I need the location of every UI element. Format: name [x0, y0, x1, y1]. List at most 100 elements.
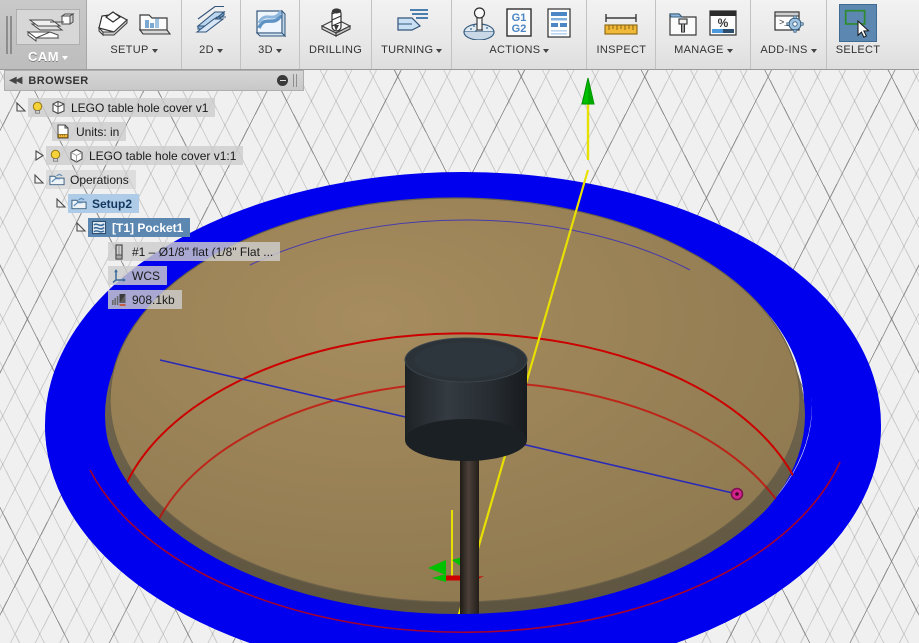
twisty-expanded-icon[interactable] [74, 221, 88, 235]
pocket-operation-icon [91, 220, 107, 236]
lightbulb-icon[interactable] [31, 101, 45, 115]
tree-node-wcs[interactable]: WCS [4, 265, 304, 286]
toolbar-group-2d: 2D [182, 0, 241, 69]
cam-ribbon-toolbar: CAM [0, 0, 919, 70]
wcs-origin-endpoint-marker[interactable] [732, 489, 743, 500]
chevron-down-icon [543, 49, 549, 53]
machining-time-icon[interactable]: % [703, 4, 743, 42]
turning-icon [392, 4, 432, 42]
toolbar-turning-button[interactable]: TURNING [375, 0, 448, 69]
workspace-cam-button[interactable]: CAM [16, 5, 80, 64]
browser-title: BROWSER [28, 75, 277, 87]
addins-script-gear-icon: >_ [769, 4, 809, 42]
toolbar-3d-button[interactable]: 3D [244, 0, 296, 69]
setup-folder-icon[interactable] [134, 4, 174, 42]
toolbar-inspect-button[interactable]: INSPECT [590, 0, 652, 69]
tree-label-setup2: Setup2 [92, 197, 132, 211]
select-label: SELECT [836, 44, 881, 56]
twisty-expanded-icon[interactable] [14, 101, 28, 115]
toolbar-group-select: SELECT [827, 0, 890, 69]
tool-library-icon[interactable] [663, 4, 703, 42]
cam-text: CAM [28, 49, 59, 64]
tree-node-tool[interactable]: #1 – Ø1/8" flat (1/8" Flat ... [4, 241, 304, 262]
tree-chip-nc-size[interactable]: 908.1kb [108, 290, 182, 309]
tree-chip-document[interactable]: LEGO table hole cover v1 [28, 98, 215, 117]
toolbar-2d-button[interactable]: 2D [185, 0, 237, 69]
drilling-icon [316, 4, 356, 42]
tree-label-tool: #1 – Ø1/8" flat (1/8" Flat ... [132, 245, 273, 259]
tree-chip-component[interactable]: LEGO table hole cover v1:1 [46, 146, 243, 165]
browser-header: ◀◀ BROWSER [4, 70, 304, 91]
simulate-icon[interactable] [459, 4, 499, 42]
document-icon [50, 100, 66, 116]
select-arrow-icon [839, 4, 877, 42]
twisty-collapsed-icon[interactable] [32, 149, 46, 163]
addins-label: ADD-INS [760, 44, 807, 56]
twisty-expanded-icon[interactable] [32, 173, 46, 187]
toolbar-group-manage-label: MANAGE [674, 44, 732, 56]
twisty-expanded-icon[interactable] [54, 197, 68, 211]
toolbar-group-select-label: SELECT [836, 44, 881, 56]
3d-label: 3D [258, 44, 273, 56]
setup-folder-icon [71, 196, 87, 212]
percent-glyph: % [718, 16, 729, 30]
collapse-left-arrows-icon[interactable]: ◀◀ [9, 75, 20, 86]
tree-node-operations[interactable]: Operations [4, 169, 304, 190]
tree-label-units: Units: in [76, 125, 119, 139]
tree-node-setup2[interactable]: Setup2 [4, 193, 304, 214]
chevron-down-icon [727, 49, 733, 53]
tree-node-nc-size[interactable]: 908.1kb [4, 289, 304, 310]
workspace-panel: CAM [0, 0, 87, 69]
toolbar-group-addins: >_ ADD-INS [751, 0, 826, 69]
tree-node-units[interactable]: Units: in [4, 121, 304, 142]
chevron-down-icon [217, 49, 223, 53]
chevron-down-icon [436, 49, 442, 53]
post-process-icon[interactable]: G1 G2 [499, 4, 539, 42]
tree-label-pocket1: [T1] Pocket1 [112, 221, 183, 235]
toolbar-group-3d: 3D [241, 0, 300, 69]
measure-ruler-icon [601, 4, 641, 42]
setup-icon[interactable] [94, 4, 134, 42]
tree-chip-units[interactable]: Units: in [52, 122, 126, 141]
toolbar-addins-button[interactable]: >_ ADD-INS [754, 0, 822, 69]
setup-folder-icon [49, 172, 65, 188]
toolbar-group-actions-label: ACTIONS [489, 44, 549, 56]
body-cube-icon [68, 148, 84, 164]
toolbar-drilling-button[interactable]: DRILLING [303, 0, 368, 69]
z-axis-arrow-icon [582, 78, 594, 104]
tree-label-operations: Operations [70, 173, 129, 187]
setup-sheet-icon[interactable] [539, 4, 579, 42]
nc-program-icon [111, 292, 127, 308]
chevron-down-icon [276, 49, 282, 53]
tree-node-document[interactable]: LEGO table hole cover v1 [4, 97, 304, 118]
inspect-label: INSPECT [596, 44, 646, 56]
tree-node-component[interactable]: LEGO table hole cover v1:1 [4, 145, 304, 166]
fusion360-cam-window: CAM [0, 0, 919, 643]
tool-holder [405, 338, 527, 461]
tree-chip-tool[interactable]: #1 – Ø1/8" flat (1/8" Flat ... [108, 242, 280, 261]
browser-resize-grip[interactable] [293, 74, 299, 87]
lightbulb-icon[interactable] [49, 149, 63, 163]
tree-chip-operations[interactable]: Operations [46, 170, 136, 189]
2d-milling-icon [191, 4, 231, 42]
drilling-label: DRILLING [309, 44, 362, 56]
circle-minus-icon[interactable] [277, 75, 288, 86]
toolbar-grip-handle[interactable] [4, 15, 14, 55]
toolbar-group-2d-label: 2D [199, 44, 223, 56]
toolbar-group-drilling-label: DRILLING [309, 44, 362, 56]
chevron-down-icon [811, 49, 817, 53]
toolbar-select-button[interactable]: SELECT [830, 0, 887, 69]
toolbar-group-inspect-label: INSPECT [596, 44, 646, 56]
turning-label: TURNING [381, 44, 433, 56]
tree-node-pocket1[interactable]: [T1] Pocket1 [4, 217, 304, 238]
toolbar-group-turning-label: TURNING [381, 44, 442, 56]
toolbar-group-addins-label: ADD-INS [760, 44, 816, 56]
tree-chip-wcs[interactable]: WCS [108, 266, 167, 285]
cam-workspace-icon [16, 9, 80, 45]
tree-chip-setup2[interactable]: Setup2 [68, 194, 139, 213]
tree-chip-pocket1[interactable]: [T1] Pocket1 [88, 218, 190, 237]
actions-label: ACTIONS [489, 44, 540, 56]
tree-label-component: LEGO table hole cover v1:1 [89, 149, 236, 163]
browser-tree: LEGO table hole cover v1 Units: in [4, 91, 304, 310]
toolbar-group-drilling: DRILLING [300, 0, 372, 69]
